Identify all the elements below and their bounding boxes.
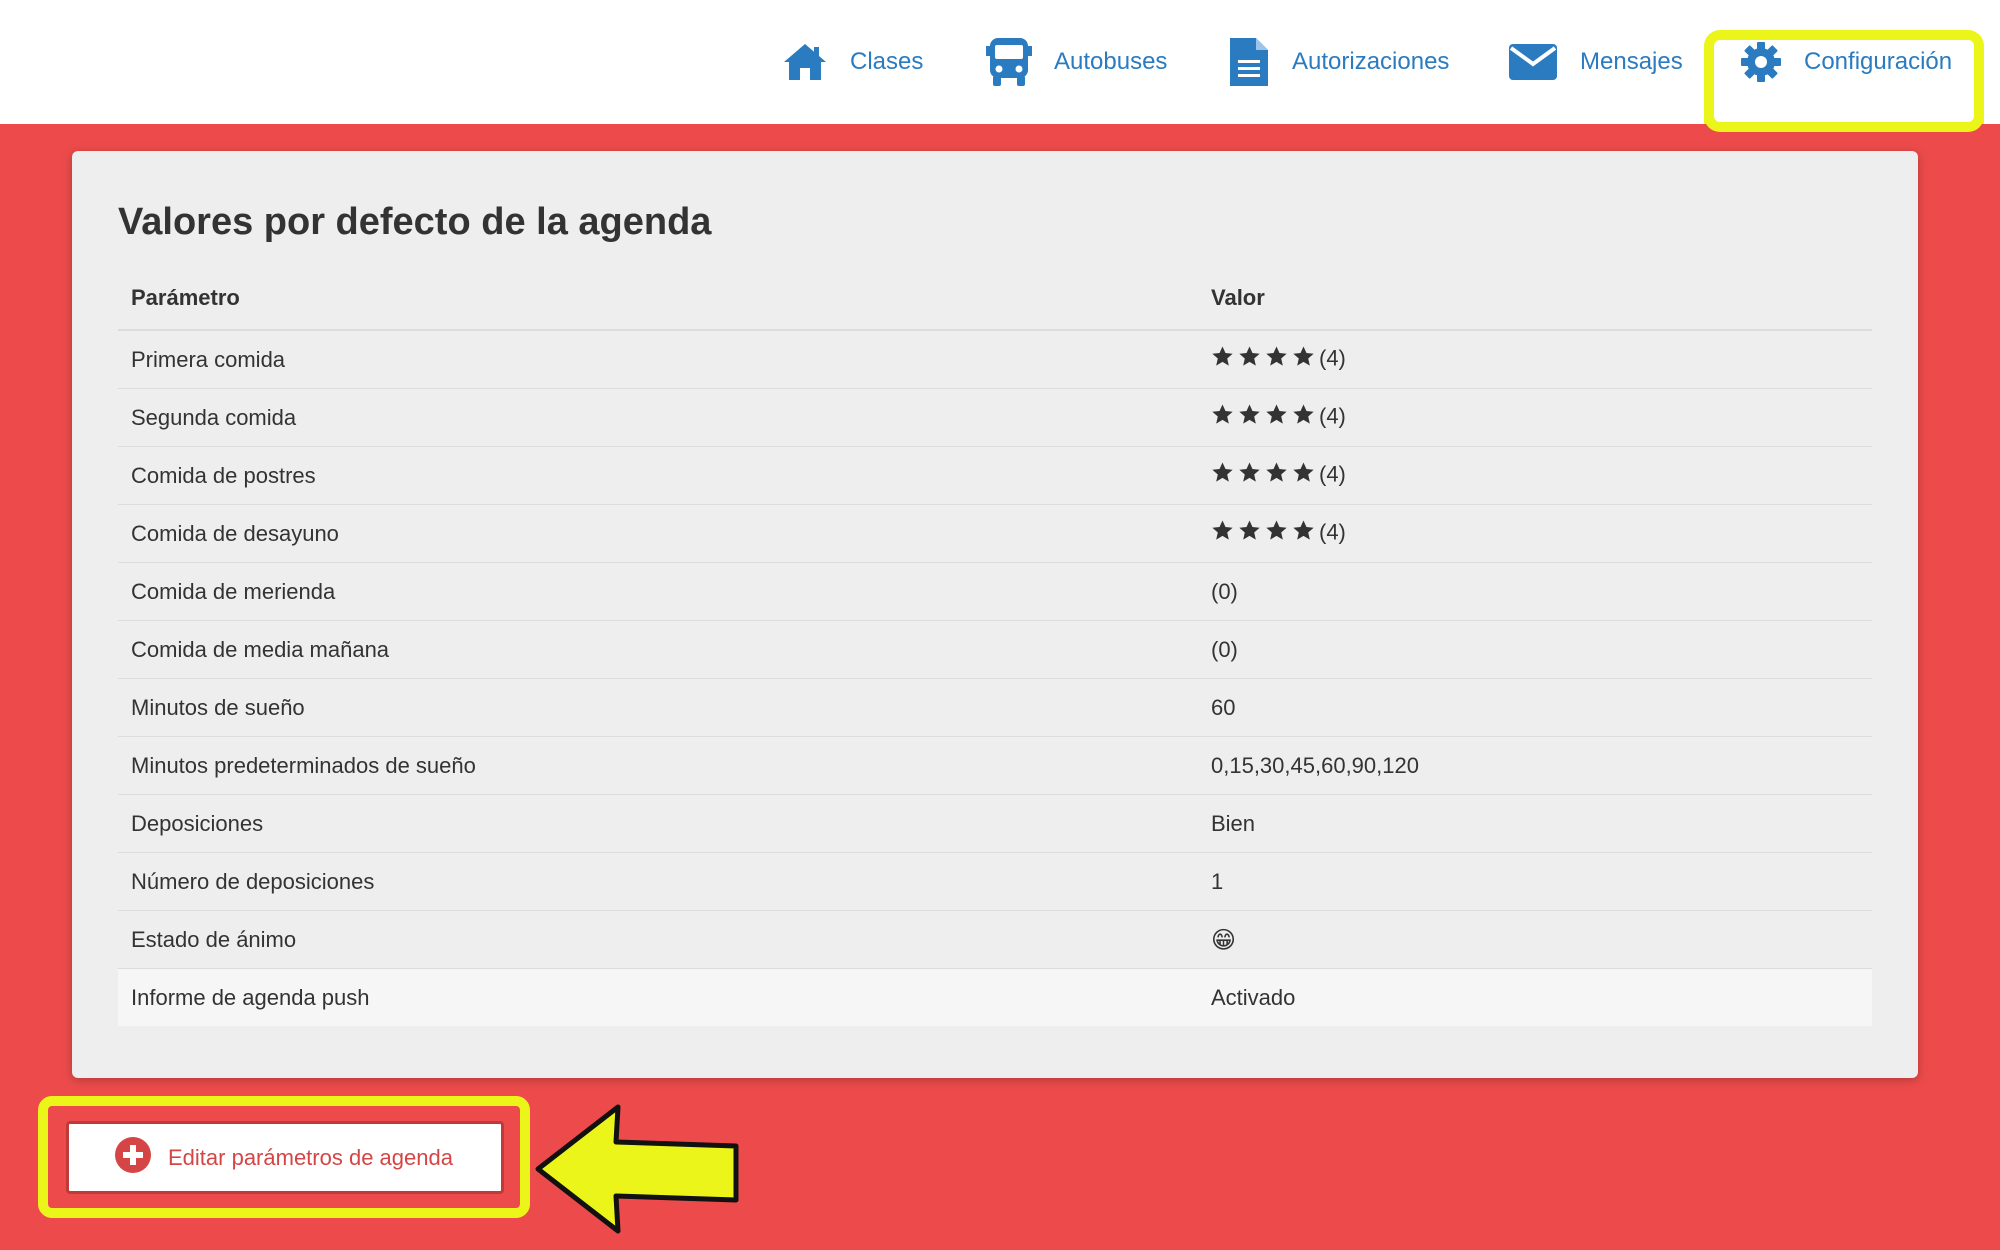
param-value-text: 60 (1211, 694, 1236, 720)
param-value-cell: (4) (1198, 388, 1872, 447)
param-name-cell: Estado de ánimo (118, 910, 1198, 969)
param-value-text: Bien (1211, 810, 1256, 836)
param-value-cell: (4) (1198, 446, 1872, 505)
table-row: Primera comida (4) (118, 329, 1872, 389)
param-value-cell: (0) (1198, 562, 1872, 621)
agenda-defaults-panel: Valores por defecto de la agenda Parámet… (72, 151, 1918, 1078)
star-icon (1238, 461, 1261, 490)
nav-label-clases: Clases (850, 48, 924, 75)
param-value-text: 1 (1211, 868, 1224, 894)
param-value-cell: (0) (1198, 620, 1872, 679)
param-value-cell: Activado (1198, 968, 1872, 1026)
param-name-cell: Comida de desayuno (118, 504, 1198, 563)
param-name-cell: Comida de postres (118, 446, 1198, 505)
star-icon (1265, 403, 1288, 432)
star-icon (1211, 345, 1234, 374)
param-value-text: (4) (1319, 403, 1346, 429)
nav-label-autobuses: Autobuses (1054, 48, 1168, 75)
edit-button-label: Editar parámetros de agenda (168, 1144, 453, 1170)
table-row: Minutos de sueño 60 (118, 678, 1872, 737)
star-icon (1292, 519, 1315, 548)
nav-item-autorizaciones[interactable]: Autorizaciones (1228, 0, 1449, 124)
param-value-cell: 0,15,30,45,60,90,120 (1198, 736, 1872, 795)
table-row: Comida de merienda (0) (118, 562, 1872, 621)
column-header-valor: Valor (1198, 267, 1872, 331)
table-row: Deposiciones Bien (118, 794, 1872, 853)
table-row: Segunda comida (4) (118, 388, 1872, 447)
param-value-text: 😁 (1211, 925, 1237, 954)
table-row: Comida de postres (4) (118, 446, 1872, 505)
star-icon (1292, 403, 1315, 432)
star-icon (1238, 403, 1261, 432)
star-rating (1211, 345, 1315, 374)
nav-item-clases[interactable]: Clases (782, 0, 923, 124)
star-icon (1238, 519, 1261, 548)
yellow-arrow-icon (535, 1104, 739, 1234)
param-value-text: (4) (1319, 461, 1346, 487)
edit-agenda-params-button[interactable]: Editar parámetros de agenda (66, 1121, 504, 1194)
table-row: Número de deposiciones 1 (118, 852, 1872, 911)
configuracion-highlight-frame (1704, 30, 1984, 132)
param-value-text: (0) (1211, 636, 1238, 662)
param-name-cell: Minutos predeterminados de sueño (118, 736, 1198, 795)
top-nav-bar: Clases Autobuses Autorizaciones Mensajes (0, 0, 2000, 124)
param-name-cell: Informe de agenda push (118, 968, 1198, 1026)
table-row: Comida de media mañana (0) (118, 620, 1872, 679)
star-icon (1211, 519, 1234, 548)
param-name-cell: Deposiciones (118, 794, 1198, 853)
param-value-text: 0,15,30,45,60,90,120 (1211, 752, 1419, 778)
star-rating (1211, 519, 1315, 548)
document-icon (1228, 36, 1270, 88)
star-rating (1211, 403, 1315, 432)
table-row: Estado de ánimo 😁 (118, 910, 1872, 969)
nav-item-autobuses[interactable]: Autobuses (986, 0, 1167, 124)
table-row: Informe de agenda push Activado (118, 968, 1872, 1026)
param-name-cell: Comida de media mañana (118, 620, 1198, 679)
envelope-icon (1508, 42, 1558, 82)
plus-circle-icon (114, 1136, 152, 1180)
star-rating (1211, 461, 1315, 490)
param-name-cell: Primera comida (118, 329, 1198, 389)
star-icon (1265, 461, 1288, 490)
param-value-text: (0) (1211, 578, 1238, 604)
param-value-cell: 1 (1198, 852, 1872, 911)
agenda-params-table: Parámetro Valor Primera comida (4) Segunda… (118, 267, 1872, 1026)
param-value-cell: (4) (1198, 504, 1872, 563)
param-name-cell: Número de deposiciones (118, 852, 1198, 911)
param-name-cell: Minutos de sueño (118, 678, 1198, 737)
param-name-cell: Segunda comida (118, 388, 1198, 447)
star-icon (1265, 345, 1288, 374)
star-icon (1265, 519, 1288, 548)
param-value-cell: 60 (1198, 678, 1872, 737)
star-icon (1211, 403, 1234, 432)
star-icon (1238, 345, 1261, 374)
star-icon (1211, 461, 1234, 490)
star-icon (1292, 345, 1315, 374)
star-icon (1292, 461, 1315, 490)
home-icon (782, 42, 828, 82)
table-header-row: Parámetro Valor (118, 267, 1872, 331)
table-row: Minutos predeterminados de sueño 0,15,30,… (118, 736, 1872, 795)
param-value-cell: (4) (1198, 329, 1872, 389)
param-name-cell: Comida de merienda (118, 562, 1198, 621)
param-value-text: (4) (1319, 519, 1346, 545)
param-value-cell: Bien (1198, 794, 1872, 853)
nav-label-mensajes: Mensajes (1580, 48, 1683, 75)
param-value-cell: 😁 (1198, 910, 1872, 969)
param-value-text: Activado (1211, 984, 1296, 1010)
nav-item-mensajes[interactable]: Mensajes (1508, 0, 1683, 124)
nav-label-autorizaciones: Autorizaciones (1292, 48, 1450, 75)
column-header-parametro: Parámetro (118, 267, 1198, 331)
param-value-text: (4) (1319, 345, 1346, 371)
table-row: Comida de desayuno (4) (118, 504, 1872, 563)
bus-icon (986, 36, 1032, 88)
page-title: Valores por defecto de la agenda (118, 201, 712, 243)
